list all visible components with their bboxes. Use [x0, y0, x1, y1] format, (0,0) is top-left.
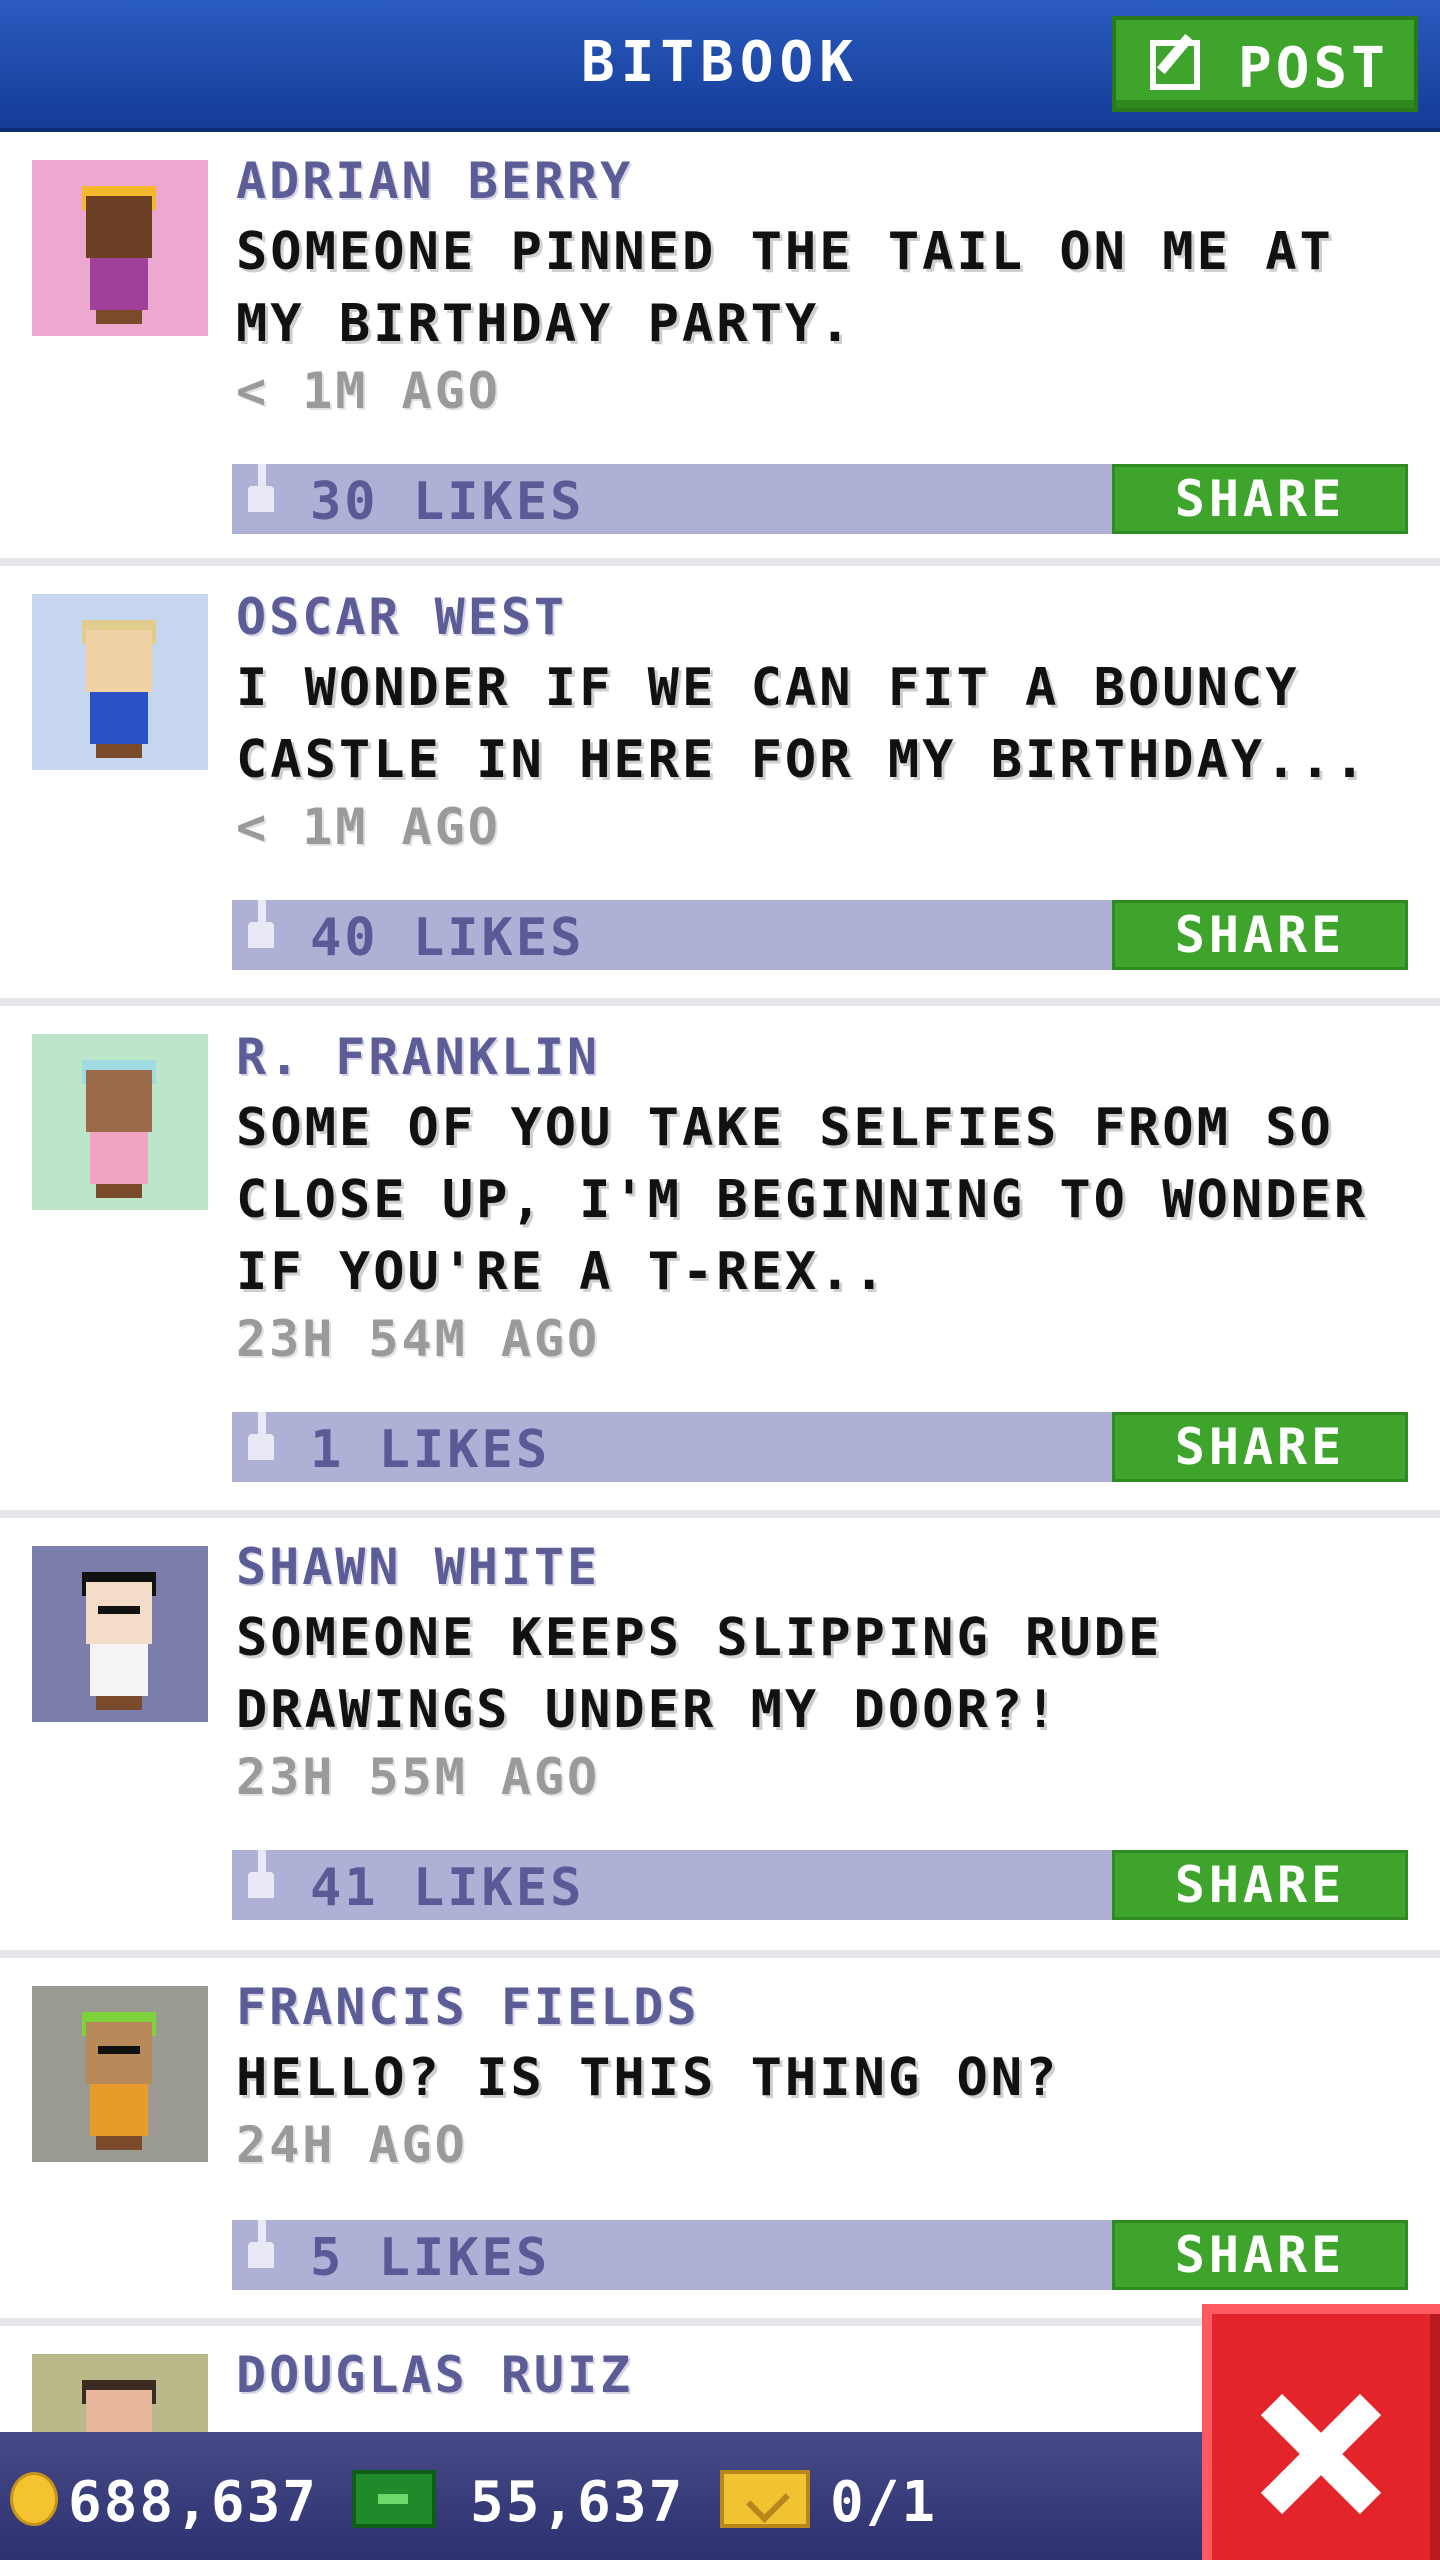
avatar [32, 160, 208, 336]
post-author[interactable]: SHAWN WHITE [236, 1538, 600, 1596]
avatar [32, 1546, 208, 1722]
ticket-count: 0/1 [830, 2470, 938, 2535]
close-icon [1260, 2394, 1380, 2514]
avatar [32, 594, 208, 770]
post-message: I WONDER IF WE CAN FIT A BOUNCY CASTLE I… [236, 658, 1369, 790]
post-author[interactable]: R. FRANKLIN [236, 1028, 600, 1086]
post-timestamp: 24H AGO [236, 2116, 468, 2174]
likes-bar: 1 LIKES SHARE [232, 1412, 1408, 1482]
post-author[interactable]: OSCAR WEST [236, 588, 567, 646]
likes-count: 1 LIKES [310, 1420, 551, 1480]
post-timestamp: 23H 55M AGO [236, 1748, 601, 1806]
post-button-label: POST [1238, 36, 1389, 101]
post-author[interactable]: FRANCIS FIELDS [236, 1978, 699, 2036]
feed-post: ADRIAN BERRY SOMEONE PINNED THE TAIL ON … [0, 132, 1440, 566]
bux-icon [352, 2470, 436, 2528]
likes-bar: 41 LIKES SHARE [232, 1850, 1408, 1920]
likes-count: 40 LIKES [310, 908, 585, 968]
post-message: HELLO? IS THIS THING ON? [236, 2048, 1060, 2108]
feed-post: FRANCIS FIELDS HELLO? IS THIS THING ON? … [0, 1958, 1440, 2326]
post-timestamp: < 1M AGO [236, 798, 501, 856]
coins-count: 688,637 [68, 2470, 319, 2535]
feed-post: SHAWN WHITE SOMEONE KEEPS SLIPPING RUDE … [0, 1518, 1440, 1958]
likes-count: 41 LIKES [310, 1858, 585, 1918]
share-button[interactable]: SHARE [1112, 464, 1408, 534]
thumbs-up-icon[interactable] [248, 464, 274, 512]
share-button[interactable]: SHARE [1112, 1850, 1408, 1920]
share-button[interactable]: SHARE [1112, 1412, 1408, 1482]
likes-bar: 5 LIKES SHARE [232, 2220, 1408, 2290]
post-author[interactable]: ADRIAN BERRY [236, 152, 633, 210]
app-header: BITBOOK POST [0, 0, 1440, 132]
post-timestamp: < 1M AGO [236, 362, 501, 420]
edit-icon [1150, 40, 1200, 90]
likes-bar: 30 LIKES SHARE [232, 464, 1408, 534]
ticket-icon [720, 2470, 810, 2528]
post-feed: ADRIAN BERRY SOMEONE PINNED THE TAIL ON … [0, 132, 1440, 2530]
likes-count: 30 LIKES [310, 472, 585, 532]
post-timestamp: 23H 54M AGO [236, 1310, 601, 1368]
feed-post: OSCAR WEST I WONDER IF WE CAN FIT A BOUN… [0, 566, 1440, 1006]
share-button[interactable]: SHARE [1112, 2220, 1408, 2290]
share-button[interactable]: SHARE [1112, 900, 1408, 970]
post-button[interactable]: POST [1112, 16, 1418, 112]
avatar [32, 1034, 208, 1210]
avatar [32, 1986, 208, 2162]
post-message: SOME OF YOU TAKE SELFIES FROM SO CLOSE U… [236, 1098, 1369, 1302]
likes-count: 5 LIKES [310, 2228, 551, 2288]
coin-icon [10, 2472, 58, 2526]
bux-count: 55,637 [470, 2470, 685, 2535]
likes-bar: 40 LIKES SHARE [232, 900, 1408, 970]
post-message: SOMEONE KEEPS SLIPPING RUDE DRAWINGS UND… [236, 1608, 1163, 1740]
thumbs-up-icon[interactable] [248, 1850, 274, 1898]
post-message: SOMEONE PINNED THE TAIL ON ME AT MY BIRT… [236, 222, 1334, 354]
thumbs-up-icon[interactable] [248, 1412, 274, 1460]
thumbs-up-icon[interactable] [248, 2220, 274, 2268]
post-author[interactable]: DOUGLAS RUIZ [236, 2346, 633, 2404]
feed-post: R. FRANKLIN SOME OF YOU TAKE SELFIES FRO… [0, 1006, 1440, 1518]
thumbs-up-icon[interactable] [248, 900, 274, 948]
close-button[interactable] [1202, 2304, 1440, 2560]
